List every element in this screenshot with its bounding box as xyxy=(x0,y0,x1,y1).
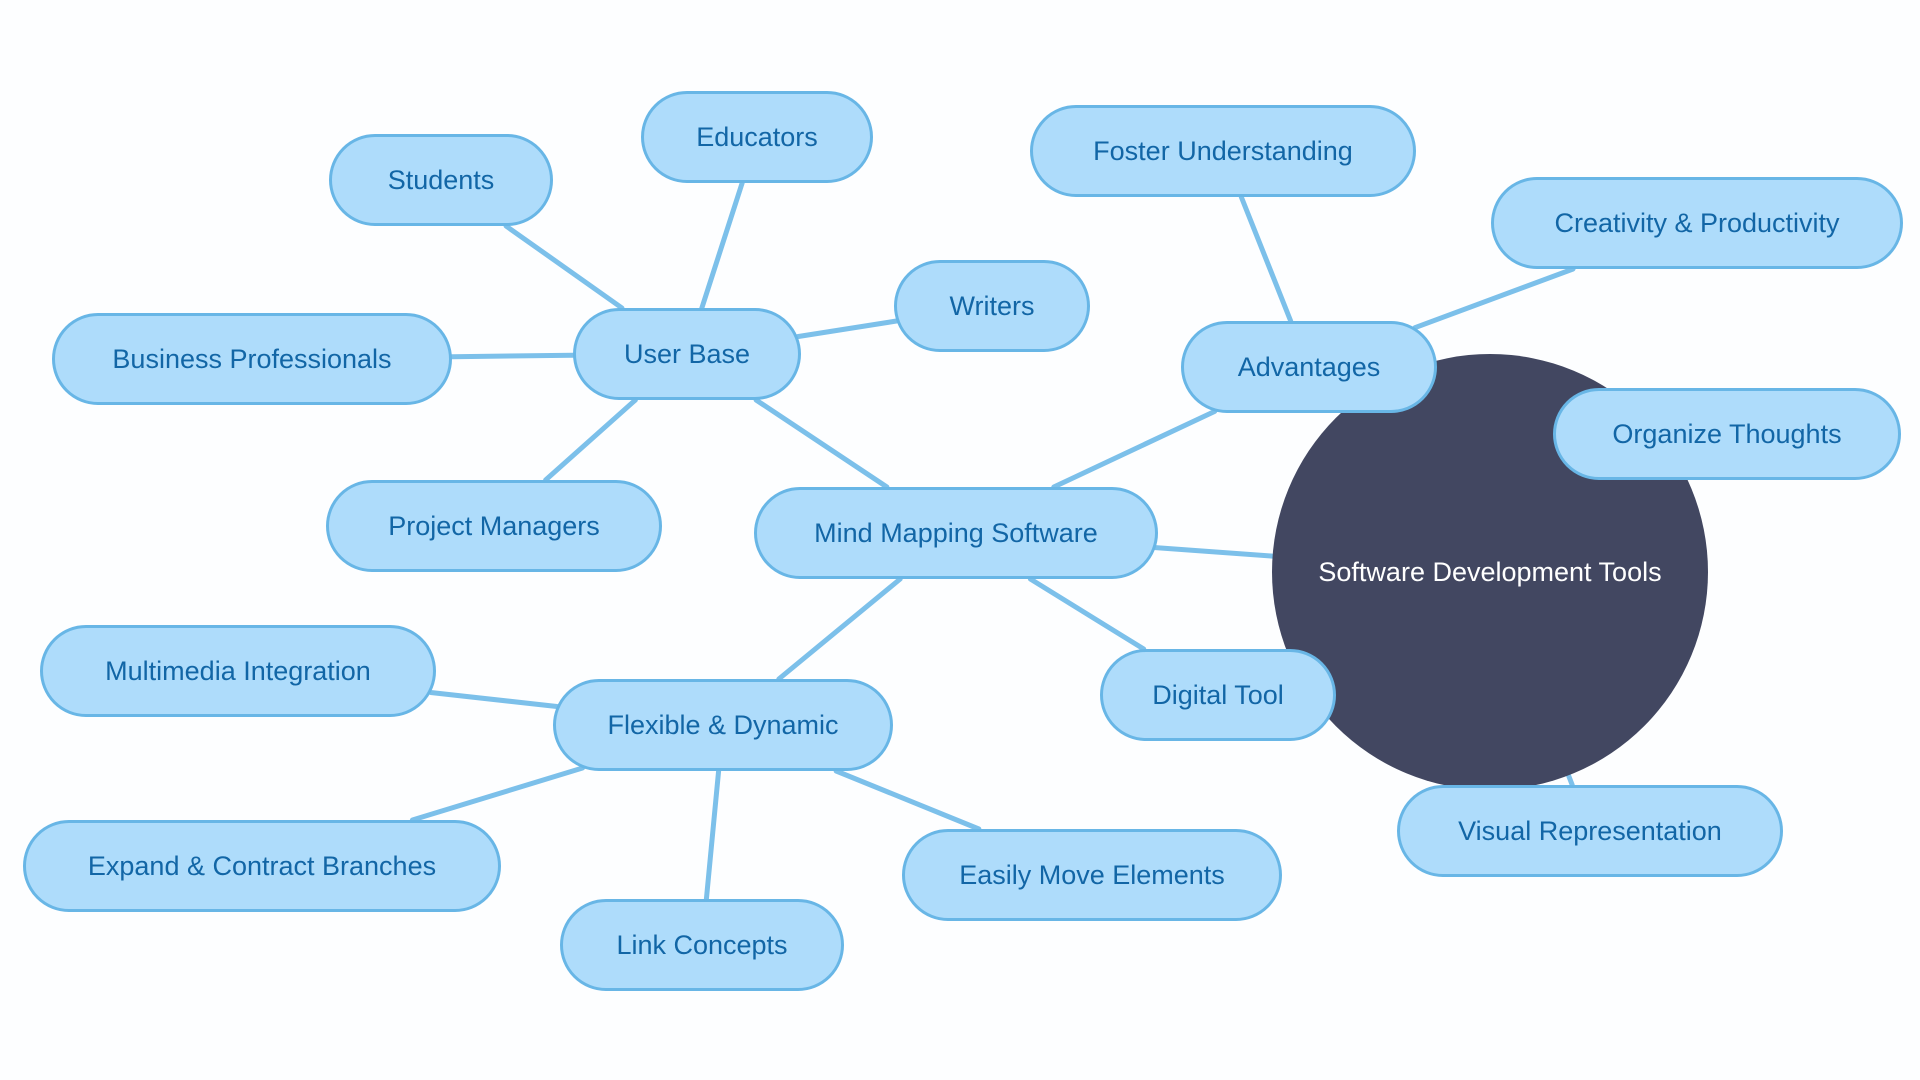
mindmap-node[interactable]: Link Concepts xyxy=(560,899,844,991)
mindmap-node[interactable]: Organize Thoughts xyxy=(1553,388,1901,480)
edge xyxy=(1027,576,1147,652)
mindmap-node[interactable]: Mind Mapping Software xyxy=(754,487,1158,579)
node-label: Writers xyxy=(949,290,1035,321)
node-label: Organize Thoughts xyxy=(1612,418,1842,449)
node-label: Link Concepts xyxy=(616,929,788,960)
node-label: Flexible & Dynamic xyxy=(607,709,839,740)
node-label: Visual Representation xyxy=(1458,815,1722,846)
edge xyxy=(1566,772,1575,788)
node-label: Mind Mapping Software xyxy=(814,517,1098,548)
node-label: User Base xyxy=(623,338,751,369)
mindmap-node[interactable]: Business Professionals xyxy=(52,313,452,405)
edge xyxy=(1153,545,1276,559)
node-label: Students xyxy=(387,164,495,195)
edge xyxy=(699,180,745,311)
node-label: Business Professionals xyxy=(112,343,392,374)
mindmap-node[interactable]: Educators xyxy=(641,91,873,183)
node-label: Digital Tool xyxy=(1152,679,1284,710)
edge xyxy=(503,223,625,311)
mindmap-node[interactable]: Flexible & Dynamic xyxy=(553,679,893,771)
mindmap-node[interactable]: Expand & Contract Branches xyxy=(23,820,501,912)
node-label: Advantages xyxy=(1237,351,1381,382)
node-label: Expand & Contract Branches xyxy=(87,850,437,881)
mindmap-node[interactable]: Multimedia Integration xyxy=(40,625,436,717)
mindmap-node[interactable]: Students xyxy=(329,134,553,226)
edge xyxy=(1051,408,1218,490)
edge xyxy=(449,352,576,360)
mind-map-canvas: Software Development Tools Mind Mapping S… xyxy=(0,0,1920,1080)
edge xyxy=(776,576,903,682)
mindmap-node[interactable]: Foster Understanding xyxy=(1030,105,1416,197)
mindmap-node[interactable]: Advantages xyxy=(1181,321,1437,413)
node-label: Foster Understanding xyxy=(1093,135,1353,166)
mindmap-node[interactable]: Digital Tool xyxy=(1100,649,1336,741)
edge xyxy=(409,765,586,823)
edge xyxy=(1238,194,1294,324)
mindmap-node[interactable]: Writers xyxy=(894,260,1090,352)
node-label: Educators xyxy=(696,121,818,152)
mindmap-node[interactable]: User Base xyxy=(573,308,801,400)
edge xyxy=(1412,266,1576,331)
edge xyxy=(703,768,722,902)
mindmap-node[interactable]: Creativity & Productivity xyxy=(1491,177,1903,269)
node-label: Software Development Tools xyxy=(1318,556,1662,587)
node-label: Creativity & Productivity xyxy=(1554,207,1840,238)
edge xyxy=(543,397,638,483)
edge xyxy=(833,768,982,832)
mindmap-node[interactable]: Visual Representation xyxy=(1397,785,1783,877)
edge xyxy=(795,318,900,340)
mindmap-node[interactable]: Easily Move Elements xyxy=(902,829,1282,921)
node-label: Project Managers xyxy=(388,510,600,541)
mindmap-node[interactable]: Project Managers xyxy=(326,480,662,572)
node-label: Multimedia Integration xyxy=(105,655,371,686)
edge xyxy=(753,397,890,490)
edge xyxy=(428,689,560,710)
node-label: Easily Move Elements xyxy=(959,859,1225,890)
